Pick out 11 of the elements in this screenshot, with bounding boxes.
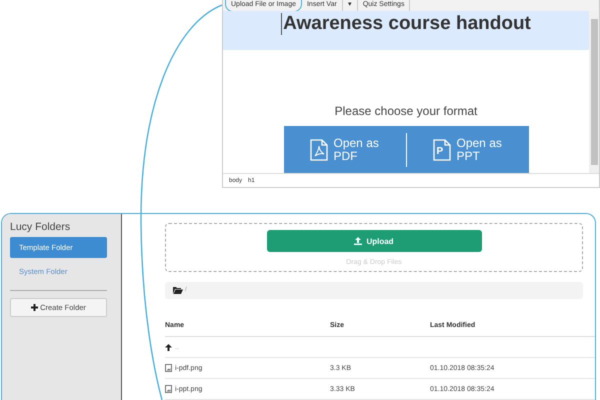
plus-icon [31,304,38,311]
pdf-file-icon [310,138,328,160]
scrollbar[interactable] [589,11,599,173]
upload-icon [354,237,362,245]
folder-icon[interactable] [173,286,183,294]
format-prompt: Please choose your format [334,104,478,118]
up-arrow-icon[interactable] [165,344,172,350]
document-title[interactable]: Awareness course handout [281,13,531,35]
sidebar-title: Lucy Folders [10,221,72,233]
image-file-icon [165,385,172,393]
image-file-icon [165,364,172,372]
